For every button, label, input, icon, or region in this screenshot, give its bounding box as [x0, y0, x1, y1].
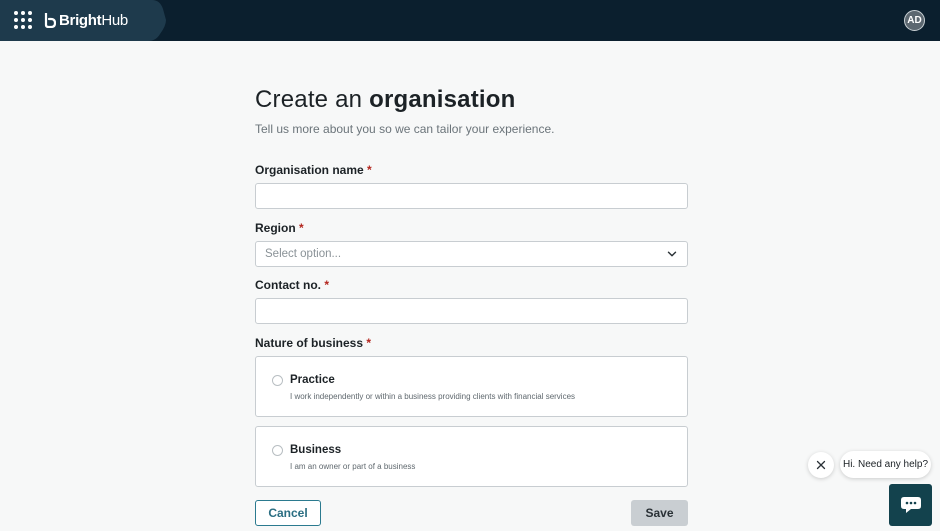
chat-launcher-button[interactable] [889, 484, 932, 526]
title-emphasis: organisation [369, 86, 516, 113]
chat-close-button[interactable] [808, 452, 834, 478]
brand-logo-icon [44, 13, 56, 28]
page-title: Create an organisation [255, 86, 688, 114]
close-icon [816, 460, 826, 470]
contact-no-input[interactable] [255, 298, 688, 324]
apps-grid-icon[interactable] [14, 11, 32, 29]
page-subtitle: Tell us more about you so we can tailor … [255, 122, 555, 136]
option-description: I am an owner or part of a business [290, 462, 416, 471]
option-business[interactable]: Business I am an owner or part of a busi… [255, 426, 688, 487]
brand-name-regular: Hub [101, 12, 128, 29]
top-bar: Bright Hub AD [0, 0, 940, 41]
business-radio[interactable] [272, 445, 283, 456]
required-marker: * [324, 278, 330, 292]
organisation-name-label: Organisation name * [255, 163, 372, 177]
practice-radio[interactable] [272, 375, 283, 386]
required-marker: * [367, 163, 372, 177]
chevron-down-icon [667, 251, 677, 257]
required-marker: * [366, 336, 372, 350]
save-button[interactable]: Save [631, 500, 688, 526]
nature-of-business-label: Nature of business * [255, 336, 372, 350]
brand-name-bold: Bright [59, 12, 102, 29]
region-select[interactable]: Select option... [255, 241, 688, 267]
user-avatar[interactable]: AD [904, 10, 925, 31]
cancel-button[interactable]: Cancel [255, 500, 321, 526]
brand-logo[interactable]: Bright Hub [44, 12, 128, 29]
contact-no-label: Contact no. * [255, 278, 330, 292]
option-practice[interactable]: Practice I work independently or within … [255, 356, 688, 417]
create-organisation-form: Create an organisation Tell us more abou… [255, 86, 688, 487]
option-title: Business [290, 444, 342, 456]
region-label: Region * [255, 221, 304, 235]
required-marker: * [299, 221, 304, 235]
chat-icon [900, 497, 921, 513]
title-prefix: Create an [255, 86, 363, 113]
option-title: Practice [290, 374, 335, 386]
chat-prompt-bubble[interactable]: Hi. Need any help? [840, 451, 931, 478]
region-placeholder: Select option... [265, 248, 342, 260]
organisation-name-input[interactable] [255, 183, 688, 209]
option-description: I work independently or within a busines… [290, 392, 576, 401]
